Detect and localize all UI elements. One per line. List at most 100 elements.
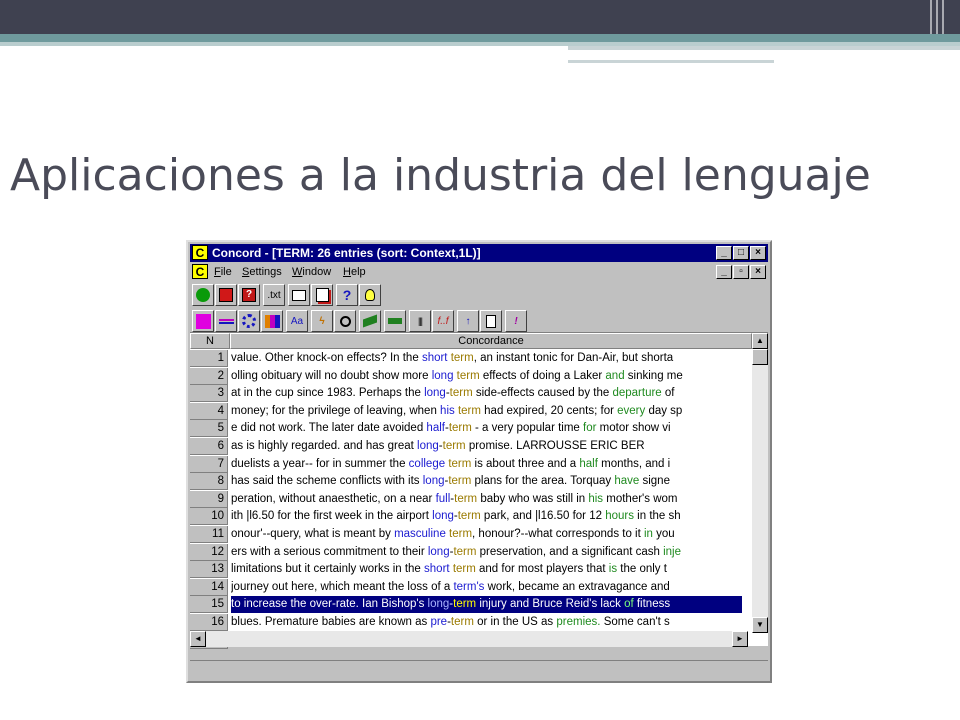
concordance-line: money; for the privilege of leaving, whe… [231, 404, 683, 417]
concordance-line: has said the scheme conflicts with its l… [231, 475, 670, 488]
concordance-line: value. Other knock-on effects? In the sh… [231, 352, 674, 364]
table-row[interactable]: 11 onour'--query, what is meant by mascu… [190, 526, 750, 544]
equals-icon[interactable] [215, 310, 237, 332]
row-number: 8 [190, 473, 228, 491]
maximize-button[interactable]: □ [733, 246, 749, 260]
concord-app-icon[interactable]: C [192, 245, 208, 260]
table-row[interactable]: 1 value. Other knock-on effects? In the s… [190, 350, 750, 368]
save-icon[interactable] [215, 284, 237, 306]
row-number: 6 [190, 438, 228, 455]
concordance-line: peration, without anaesthetic, on a near… [231, 492, 678, 505]
child-minimize-button[interactable]: _ [716, 265, 732, 279]
concordance-line: olling obituary will no doubt show more … [231, 369, 683, 382]
row-number: 14 [190, 578, 228, 596]
row-number: 12 [190, 543, 228, 561]
print-preview-icon[interactable] [311, 284, 333, 306]
tag-icon[interactable] [359, 310, 381, 332]
concordance-line: onour'--query, what is meant by masculin… [231, 528, 675, 540]
scroll-thumb[interactable] [752, 349, 768, 365]
slide-stripe [930, 0, 932, 34]
slide-accent-line [568, 46, 960, 50]
settings-wheel-icon[interactable] [238, 310, 260, 332]
column-header-n[interactable]: N [190, 333, 230, 349]
slide-title: Aplicaciones a la industria del lenguaje [10, 150, 871, 201]
window-title: Concord - [TERM: 26 entries (sort: Conte… [212, 246, 481, 260]
table-row[interactable]: 3 at in the cup since 1983. Perhaps the l… [190, 385, 750, 403]
help-icon[interactable]: ? [336, 284, 358, 306]
magenta-square-icon[interactable] [192, 310, 214, 332]
print-icon[interactable] [288, 284, 310, 306]
row-number: 9 [190, 490, 228, 508]
toolbar-row-1: ? .txt ? [190, 282, 768, 308]
concordance-line: ith |l6.50 for the first week in the air… [231, 510, 681, 523]
table-row[interactable]: 5 e did not work. The later date avoided… [190, 420, 750, 438]
green-circle-icon[interactable] [192, 284, 214, 306]
columns-icon[interactable] [261, 310, 283, 332]
table-row[interactable]: 14 journey out here, which meant the los… [190, 578, 750, 597]
minimize-button[interactable]: _ [716, 246, 732, 260]
menu-settings[interactable]: Settings [242, 263, 282, 281]
document-icon[interactable]: C [192, 264, 208, 279]
menu-file[interactable]: File [214, 263, 232, 281]
status-bar [190, 660, 768, 680]
txt-icon[interactable]: .txt [263, 284, 285, 306]
table-row[interactable]: 2 olling obituary will no doubt show more… [190, 367, 750, 386]
row-number: 11 [190, 526, 228, 543]
concordance-line: duelists a year-- for in summer the coll… [231, 457, 671, 470]
tag-arrow-icon[interactable] [384, 310, 406, 332]
table-row[interactable]: 15 to increase the over-rate. Ian Bishop'… [190, 596, 750, 614]
row-number: 13 [190, 561, 228, 579]
scroll-left-button[interactable]: ◄ [190, 631, 206, 647]
table-row[interactable]: 16 blues. Premature babies are known as p… [190, 614, 750, 632]
table-row[interactable]: 4 money; for the privilege of leaving, wh… [190, 402, 750, 421]
lightbulb-icon[interactable] [359, 284, 381, 306]
menu-help[interactable]: Help [343, 263, 366, 281]
table-row[interactable]: 9 peration, without anaesthetic, on a ne… [190, 490, 750, 509]
scroll-down-button[interactable]: ▼ [752, 617, 768, 633]
table-row[interactable]: 6 as is highly regarded. and has great l… [190, 438, 750, 456]
help-book-icon[interactable]: ? [238, 284, 260, 306]
slide-stripe [942, 0, 944, 34]
row-number: 4 [190, 402, 228, 420]
slide-accent-line-short [568, 60, 774, 63]
child-restore-button[interactable]: ▫ [733, 265, 749, 279]
row-number: 3 [190, 385, 228, 403]
concordance-line: to increase the over-rate. Ian Bishop's … [231, 596, 742, 614]
row-number: 5 [190, 420, 228, 438]
table-row[interactable]: 7 duelists a year-- for in summer the co… [190, 455, 750, 474]
table-row[interactable]: 8 has said the scheme conflicts with its… [190, 473, 750, 491]
table-row[interactable]: 12 ers with a serious commitment to thei… [190, 543, 750, 562]
scroll-up-button[interactable]: ▲ [752, 333, 768, 349]
menu-window[interactable]: Window [292, 263, 331, 281]
clipboard-icon[interactable] [480, 310, 502, 332]
font-icon[interactable]: Aa [286, 310, 308, 332]
table-row[interactable]: 13 limitations but it certainly works in… [190, 561, 750, 579]
concordance-line: journey out here, which meant the loss o… [231, 580, 670, 593]
up-arrow-icon[interactable]: ↑ [457, 310, 479, 332]
concordance-line: at in the cup since 1983. Perhaps the lo… [231, 387, 675, 400]
slide-top-bar [0, 0, 960, 34]
concordance-grid[interactable]: N Concordance 1 value. Other knock-on eff… [190, 332, 768, 649]
barcode-icon[interactable]: ||| [409, 310, 431, 332]
toolbar-row-2: Aa ϟ ||| f..f ↑ ! [190, 308, 768, 334]
row-number: 2 [190, 367, 228, 385]
function-icon[interactable]: f..f [432, 310, 454, 332]
row-number: 10 [190, 508, 228, 526]
concordance-line: limitations but it certainly works in th… [231, 563, 667, 576]
child-close-button[interactable]: × [750, 265, 766, 279]
vertical-scrollbar[interactable]: ▲ ▼ [752, 333, 768, 633]
slide-teal-band [0, 34, 960, 42]
scroll-right-button[interactable]: ► [732, 631, 748, 647]
concordance-line: as is highly regarded. and has great lon… [231, 440, 645, 452]
window-titlebar[interactable]: C Concord - [TERM: 26 entries (sort: Con… [190, 244, 768, 262]
concordance-line: e did not work. The later date avoided h… [231, 422, 671, 435]
concordance-line: ers with a serious commitment to their l… [231, 545, 682, 558]
bang-icon[interactable]: ! [505, 310, 527, 332]
concord-window: C Concord - [TERM: 26 entries (sort: Con… [186, 240, 772, 683]
close-button[interactable]: × [750, 246, 766, 260]
table-row[interactable]: 10 ith |l6.50 for the first week in the a… [190, 508, 750, 526]
zoom-icon[interactable] [334, 310, 356, 332]
column-header-concordance[interactable]: Concordance [230, 333, 752, 349]
horizontal-scrollbar[interactable]: ◄ ► [190, 631, 748, 647]
lightning-icon[interactable]: ϟ [311, 310, 333, 332]
